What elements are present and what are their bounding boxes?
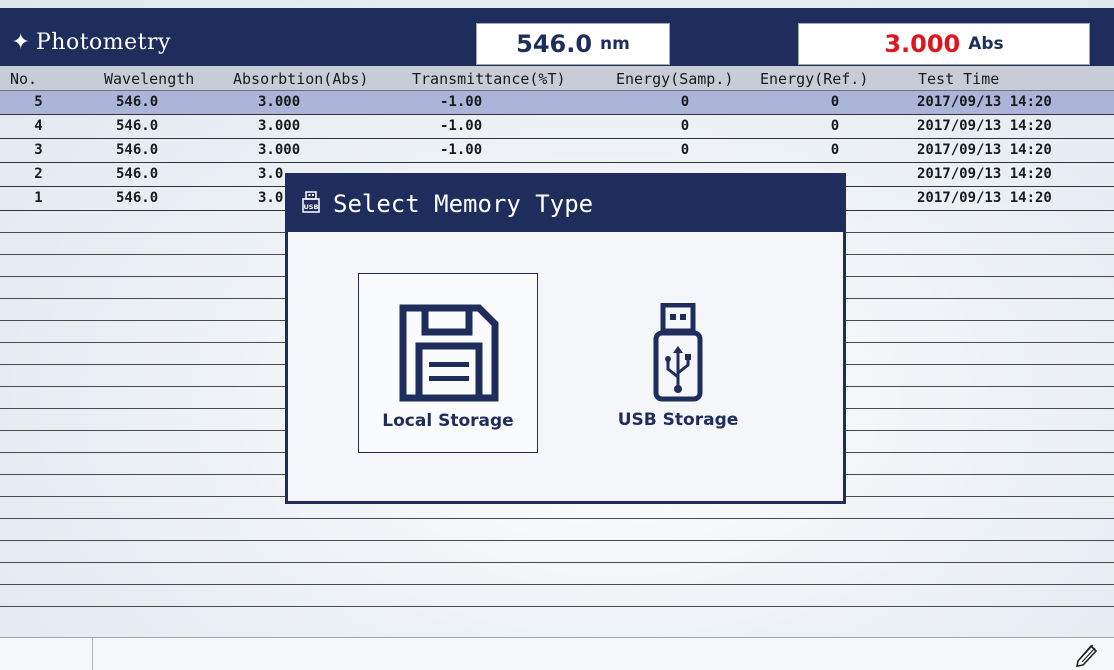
page-title: ✦ Photometry xyxy=(10,30,171,55)
table-row[interactable]: 3 546.0 3.000 -1.00 0 0 2017/09/13 14:20 xyxy=(0,139,1114,163)
cell-energy-ref: 0 xyxy=(830,142,840,158)
absorbance-readout: 3.000 Abs xyxy=(798,23,1090,65)
dialog-title: Select Memory Type xyxy=(333,190,594,218)
wavelength-unit: nm xyxy=(600,34,630,54)
col-header-energy-ref: Energy(Ref.) xyxy=(760,70,869,88)
bottom-bar xyxy=(0,637,1114,670)
col-header-wavelength: Wavelength xyxy=(104,70,195,88)
cell-no: 4 xyxy=(34,118,43,134)
cell-test-time: 2017/09/13 14:20 xyxy=(917,166,1052,182)
cell-absorbtion: 3.000 xyxy=(258,94,301,110)
col-header-energy-samp: Energy(Samp.) xyxy=(616,70,734,88)
usb-drive-icon xyxy=(653,303,703,402)
cell-wavelength: 546.0 xyxy=(116,118,159,134)
absorbance-value: 3.000 xyxy=(884,30,961,58)
local-storage-label: Local Storage xyxy=(382,411,514,431)
cell-absorbtion: 3.0 xyxy=(258,166,284,182)
table-row[interactable]: 5 546.0 3.000 -1.00 0 0 2017/09/13 14:20 xyxy=(0,91,1114,115)
select-memory-dialog: USB Select Memory Type Local Storage USB… xyxy=(285,173,846,504)
edit-pen-icon[interactable] xyxy=(1072,641,1100,667)
col-header-transmittance: Transmittance(%T) xyxy=(412,70,566,88)
empty-row xyxy=(0,541,1114,563)
empty-row xyxy=(0,563,1114,585)
col-header-absorbtion: Absorbtion(Abs) xyxy=(233,70,369,88)
col-header-no: No. xyxy=(10,70,38,88)
absorbance-unit: Abs xyxy=(968,34,1004,54)
cell-wavelength: 546.0 xyxy=(116,142,159,158)
cell-test-time: 2017/09/13 14:20 xyxy=(917,94,1052,110)
cell-absorbtion: 3.000 xyxy=(258,118,301,134)
cell-wavelength: 546.0 xyxy=(116,166,159,182)
sun-icon: ✦ xyxy=(11,30,31,55)
wavelength-value: 546.0 xyxy=(516,30,593,58)
cell-wavelength: 546.0 xyxy=(116,190,159,206)
empty-row xyxy=(0,519,1114,541)
cell-wavelength: 546.0 xyxy=(116,94,159,110)
cell-energy-samp: 0 xyxy=(680,142,690,158)
empty-row xyxy=(0,585,1114,607)
wavelength-readout[interactable]: 546.0 nm xyxy=(476,23,670,65)
cell-energy-ref: 0 xyxy=(830,94,840,110)
local-storage-button[interactable]: Local Storage xyxy=(358,273,538,453)
usb-storage-button[interactable]: USB Storage xyxy=(588,273,768,453)
cell-no: 1 xyxy=(34,190,43,206)
table-row[interactable]: 4 546.0 3.000 -1.00 0 0 2017/09/13 14:20 xyxy=(0,115,1114,139)
cell-test-time: 2017/09/13 14:20 xyxy=(917,142,1052,158)
cell-absorbtion: 3.0 xyxy=(258,190,284,206)
svg-text:USB: USB xyxy=(304,203,319,211)
cell-test-time: 2017/09/13 14:20 xyxy=(917,190,1052,206)
screen: ✦ Photometry 546.0 nm 3.000 Abs No. Wavel… xyxy=(0,0,1114,670)
cell-energy-ref: 0 xyxy=(830,118,840,134)
col-header-test-time: Test Time xyxy=(918,70,1000,88)
floppy-disk-icon xyxy=(399,304,499,402)
usb-icon: USB xyxy=(302,191,320,213)
cell-no: 3 xyxy=(34,142,43,158)
cell-absorbtion: 3.000 xyxy=(258,142,301,158)
title-bar: ✦ Photometry 546.0 nm 3.000 Abs xyxy=(0,8,1114,66)
cell-transmittance: -1.00 xyxy=(440,142,483,158)
cell-no: 5 xyxy=(34,94,43,110)
cell-test-time: 2017/09/13 14:20 xyxy=(917,118,1052,134)
cell-transmittance: -1.00 xyxy=(440,118,483,134)
bottom-divider xyxy=(92,638,93,670)
cell-energy-samp: 0 xyxy=(680,94,690,110)
cell-transmittance: -1.00 xyxy=(440,94,483,110)
table-header: No. Wavelength Absorbtion(Abs) Transmitt… xyxy=(0,66,1114,91)
cell-energy-samp: 0 xyxy=(680,118,690,134)
cell-no: 2 xyxy=(34,166,43,182)
dialog-title-bar: USB Select Memory Type xyxy=(288,176,843,232)
usb-storage-label: USB Storage xyxy=(617,410,739,430)
page-title-text: Photometry xyxy=(36,30,171,55)
